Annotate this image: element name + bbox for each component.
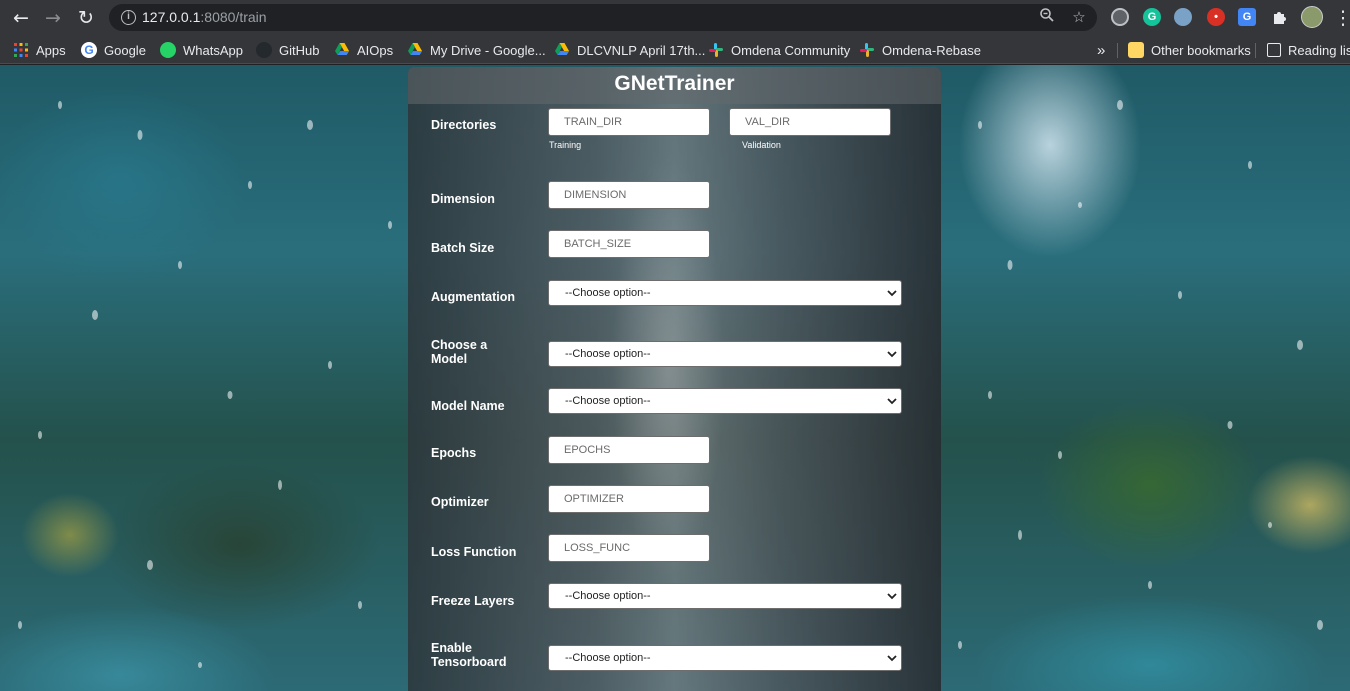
google-drive-icon — [554, 42, 570, 58]
address-bar[interactable]: i 127.0.0.1:8080/train ☆ — [109, 4, 1097, 31]
epochs-label: Epochs — [431, 446, 477, 460]
zoom-icon[interactable] — [1037, 7, 1057, 27]
bookmark-google[interactable]: G Google — [81, 40, 146, 60]
model-select[interactable]: --Choose option-- — [548, 341, 902, 367]
google-drive-icon — [407, 42, 423, 58]
trainer-form-card: GNetTrainer Directories Training Validat… — [408, 67, 941, 691]
bookmark-label: Other bookmarks — [1151, 42, 1251, 58]
augmentation-select[interactable]: --Choose option-- — [548, 280, 902, 306]
epochs-input[interactable] — [548, 436, 710, 464]
reload-icon[interactable]: ↻ — [73, 5, 99, 31]
chevron-down-icon — [887, 655, 897, 662]
profile-avatar[interactable] — [1301, 6, 1323, 28]
select-value: --Choose option-- — [565, 348, 651, 360]
slack-icon — [708, 42, 724, 58]
bookmark-label: Omdena Community — [731, 42, 851, 58]
freeze-layers-label: Freeze Layers — [431, 594, 515, 608]
model-label: Choose a Model — [431, 338, 531, 366]
bookmark-label: GitHub — [279, 42, 320, 58]
dimension-label: Dimension — [431, 192, 495, 206]
bookmark-label: AIOps — [357, 42, 394, 58]
folder-icon — [1128, 42, 1144, 58]
bookmark-other[interactable]: Other bookmarks — [1128, 40, 1251, 60]
reading-list-button[interactable]: Reading list — [1267, 40, 1350, 60]
bookmark-label: Apps — [36, 42, 66, 58]
bookmarks-overflow-button[interactable]: » — [1097, 40, 1105, 60]
select-value: --Choose option-- — [565, 287, 651, 299]
reading-list-icon — [1267, 43, 1281, 57]
train-dir-input[interactable] — [548, 108, 710, 136]
bookmark-omdena-community[interactable]: Omdena Community — [708, 40, 850, 60]
eyes-extension-icon[interactable] — [1174, 8, 1192, 26]
bookmark-label: WhatsApp — [183, 42, 243, 58]
model-label-line2: Model — [431, 352, 468, 366]
bookmarks-divider — [1117, 43, 1118, 58]
batch-size-input[interactable] — [548, 230, 710, 258]
bookmark-omdena-rebase[interactable]: Omdena-Rebase — [859, 40, 981, 60]
overflow-chevron-icon: » — [1097, 41, 1106, 59]
optimizer-label: Optimizer — [431, 495, 489, 509]
menu-dots-icon[interactable]: ⋮ — [1330, 5, 1350, 31]
bookmarks-bar: Apps G Google WhatsApp GitHub AIOps My D… — [0, 35, 1350, 64]
bookmark-apps[interactable]: Apps — [13, 40, 66, 60]
bookmarks-divider — [1255, 43, 1256, 58]
apps-grid-icon — [13, 42, 29, 58]
batch-size-label: Batch Size — [431, 241, 495, 255]
select-value: --Choose option-- — [565, 395, 651, 407]
chevron-down-icon — [887, 290, 897, 297]
bookmark-my-drive[interactable]: My Drive - Google... — [407, 40, 546, 60]
augmentation-label: Augmentation — [431, 290, 516, 304]
bookmark-whatsapp[interactable]: WhatsApp — [160, 40, 243, 60]
url-text[interactable]: 127.0.0.1:8080/train — [142, 9, 267, 25]
dimension-input[interactable] — [548, 181, 710, 209]
bookmark-label: Omdena-Rebase — [882, 42, 981, 58]
bookmark-label: DLCVNLP April 17th... — [577, 42, 706, 58]
bookmark-dlcvnlp[interactable]: DLCVNLP April 17th... — [554, 40, 705, 60]
freeze-layers-select[interactable]: --Choose option-- — [548, 583, 902, 609]
bookmark-label: My Drive - Google... — [430, 42, 546, 58]
google-icon: G — [81, 42, 97, 58]
loss-function-input[interactable] — [548, 534, 710, 562]
page-background: GNetTrainer Directories Training Validat… — [0, 65, 1350, 691]
loss-function-label: Loss Function — [431, 545, 517, 559]
bookmark-label: Reading list — [1288, 42, 1350, 58]
bookmark-github[interactable]: GitHub — [256, 40, 319, 60]
chevron-down-icon — [887, 351, 897, 358]
optimizer-input[interactable] — [548, 485, 710, 513]
site-info-icon[interactable]: i — [121, 10, 136, 25]
model-label-line1: Choose a — [431, 338, 488, 352]
bookmark-aiops[interactable]: AIOps — [334, 40, 393, 60]
slack-icon — [859, 42, 875, 58]
github-icon — [256, 42, 272, 58]
google-translate-icon[interactable]: G — [1238, 8, 1256, 26]
directories-label: Directories — [431, 118, 497, 132]
model-name-select[interactable]: --Choose option-- — [548, 388, 902, 414]
chrome-extension-icon[interactable] — [1111, 8, 1129, 26]
back-arrow-icon[interactable]: ← — [8, 5, 34, 31]
model-name-label: Model Name — [431, 399, 505, 413]
puzzle-icon[interactable] — [1266, 4, 1292, 30]
record-icon[interactable]: • — [1207, 8, 1225, 26]
training-hint: Training — [549, 140, 582, 150]
tensorboard-label-line2: Tensorboard — [431, 655, 507, 669]
val-dir-input[interactable] — [729, 108, 891, 136]
bookmark-star-icon[interactable]: ☆ — [1069, 7, 1089, 27]
tensorboard-label: Enable Tensorboard — [431, 641, 531, 669]
chevron-down-icon — [887, 398, 897, 405]
form-header: GNetTrainer — [408, 67, 941, 104]
tensorboard-label-line1: Enable — [431, 641, 472, 655]
google-drive-icon — [334, 42, 350, 58]
select-value: --Choose option-- — [565, 590, 651, 602]
whatsapp-icon — [160, 42, 176, 58]
bookmark-label: Google — [104, 42, 146, 58]
page-title: GNetTrainer — [614, 72, 735, 95]
browser-toolbar: ← → ↻ i 127.0.0.1:8080/train ☆ G • G ⋮ — [0, 0, 1350, 35]
chevron-down-icon — [887, 593, 897, 600]
select-value: --Choose option-- — [565, 652, 651, 664]
grammarly-icon[interactable]: G — [1143, 8, 1161, 26]
forward-arrow-icon[interactable]: → — [40, 5, 66, 31]
validation-hint: Validation — [742, 140, 781, 150]
tensorboard-select[interactable]: --Choose option-- — [548, 645, 902, 671]
